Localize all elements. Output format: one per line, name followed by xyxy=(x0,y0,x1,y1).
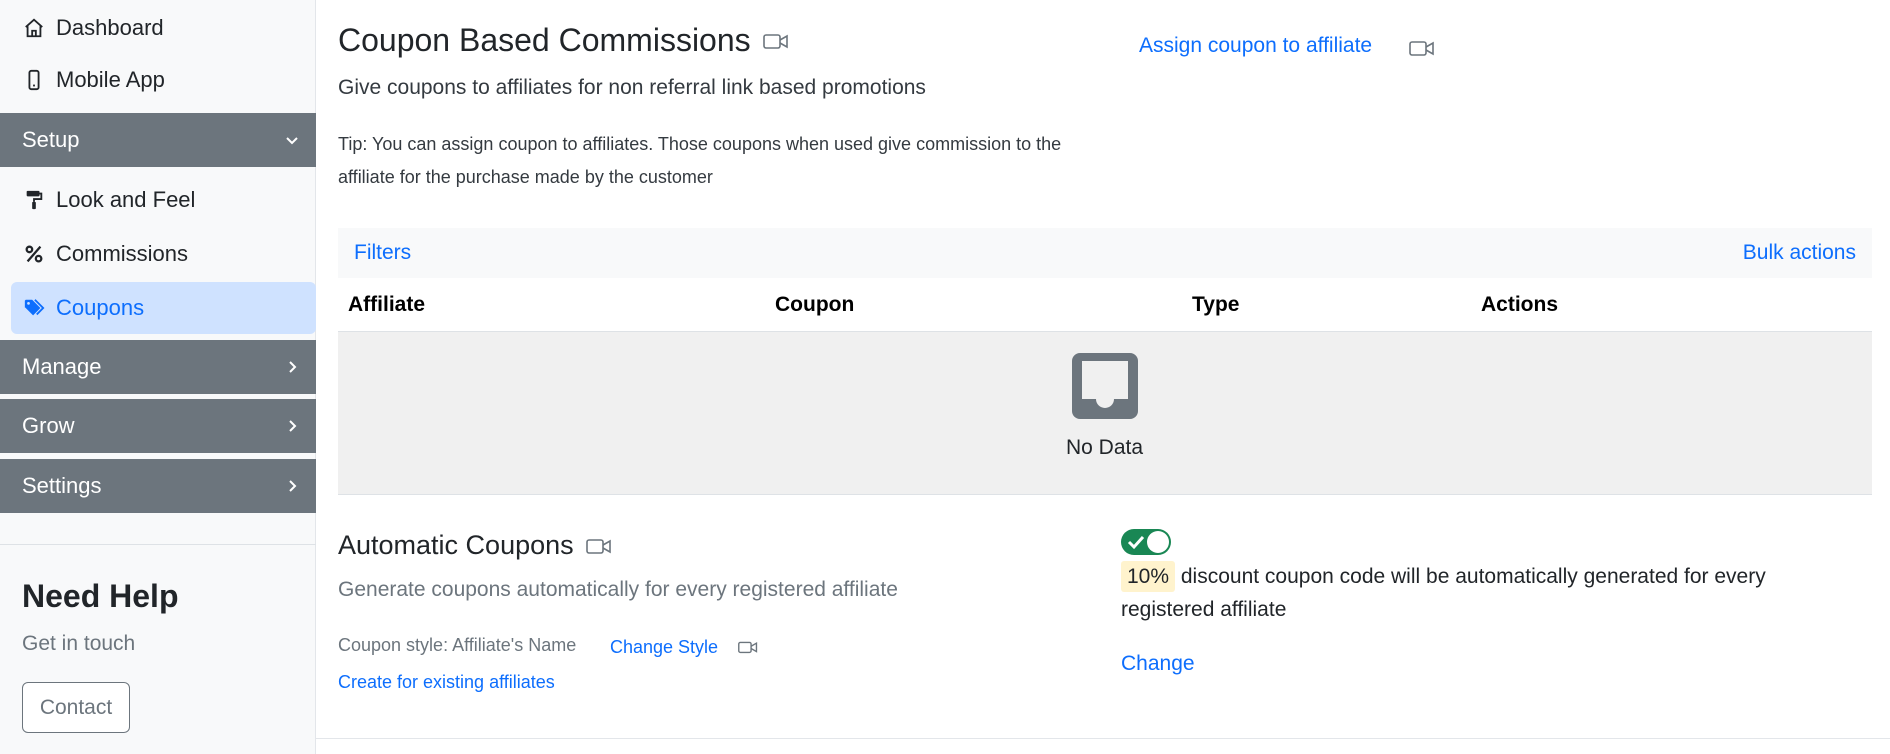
sidebar-section-grow[interactable]: Grow xyxy=(0,399,316,453)
toggle-knob xyxy=(1147,531,1169,553)
column-header-affiliate[interactable]: Affiliate xyxy=(348,293,425,317)
percent-icon xyxy=(22,242,46,266)
sidebar-item-label: Dashboard xyxy=(56,15,164,40)
sidebar: Dashboard Mobile App Setup Look and Feel… xyxy=(0,0,316,754)
chevron-down-icon xyxy=(284,132,300,148)
change-style-link[interactable]: Change Style xyxy=(610,637,718,658)
chevron-right-icon xyxy=(284,359,300,375)
column-header-type[interactable]: Type xyxy=(1192,293,1239,317)
sidebar-section-settings[interactable]: Settings xyxy=(0,459,316,513)
page-subtitle: Give coupons to affiliates for non refer… xyxy=(338,76,926,99)
sidebar-item-label: Look and Feel xyxy=(56,187,196,212)
assign-coupon-link[interactable]: Assign coupon to affiliate xyxy=(1139,34,1372,58)
sidebar-section-label: Setup xyxy=(22,127,80,152)
description-text: discount coupon code will be automatical… xyxy=(1121,565,1766,621)
chevron-right-icon xyxy=(284,418,300,434)
sidebar-item-mobile-app[interactable]: Mobile App xyxy=(0,54,316,106)
sidebar-item-coupons[interactable]: Coupons xyxy=(11,282,316,334)
phone-icon xyxy=(22,68,46,92)
sidebar-item-label: Mobile App xyxy=(56,67,165,92)
page-title-text: Coupon Based Commissions xyxy=(338,22,751,58)
column-header-actions: Actions xyxy=(1481,293,1559,316)
inbox-icon xyxy=(1072,353,1138,419)
no-data-text: No Data xyxy=(1066,436,1144,459)
coupon-style-label: Coupon style: Affiliate's Name xyxy=(338,635,577,655)
sidebar-item-commissions[interactable]: Commissions xyxy=(0,228,316,280)
section-title-text: Automatic Coupons xyxy=(338,530,574,560)
sidebar-item-label: Commissions xyxy=(56,241,189,266)
bulk-actions-link[interactable]: Bulk actions xyxy=(1743,241,1856,265)
video-icon[interactable] xyxy=(738,640,764,658)
create-existing-affiliates-link[interactable]: Create for existing affiliates xyxy=(338,672,555,693)
filters-link[interactable]: Filters xyxy=(354,241,411,265)
check-icon xyxy=(1127,535,1145,550)
sidebar-section-label: Grow xyxy=(22,413,75,438)
filter-bar xyxy=(338,228,1872,278)
help-subtitle: Get in touch xyxy=(22,632,136,655)
sidebar-divider xyxy=(0,544,316,545)
section-subtitle: Generate coupons automatically for every… xyxy=(338,578,898,601)
sidebar-section-setup[interactable]: Setup xyxy=(0,113,316,167)
page-title: Coupon Based Commissions xyxy=(338,22,789,59)
sidebar-item-label: Coupons xyxy=(56,295,145,320)
video-icon[interactable] xyxy=(762,32,789,50)
sidebar-section-manage[interactable]: Manage xyxy=(0,340,316,394)
tags-icon xyxy=(22,296,46,320)
sidebar-section-label: Manage xyxy=(22,354,102,379)
change-discount-link[interactable]: Change xyxy=(1121,652,1195,676)
video-icon[interactable] xyxy=(1409,39,1435,57)
section-divider xyxy=(316,738,1890,739)
chevron-right-icon xyxy=(284,478,300,494)
tip-text: Tip: You can assign coupon to affiliates… xyxy=(338,134,1062,187)
paint-roller-icon xyxy=(22,188,46,212)
sidebar-section-label: Settings xyxy=(22,473,102,498)
discount-value: 10% xyxy=(1121,561,1176,592)
auto-coupon-description: 10% discount coupon code will be automat… xyxy=(1121,560,1841,626)
section-title-automatic-coupons: Automatic Coupons xyxy=(338,530,612,561)
column-header-coupon[interactable]: Coupon xyxy=(775,293,854,317)
sidebar-item-look-and-feel[interactable]: Look and Feel xyxy=(0,174,316,226)
video-icon[interactable] xyxy=(585,537,612,555)
sidebar-item-dashboard[interactable]: Dashboard xyxy=(0,2,316,54)
home-icon xyxy=(22,16,46,40)
help-title: Need Help xyxy=(22,578,179,614)
auto-coupon-toggle[interactable] xyxy=(1121,529,1171,555)
contact-button[interactable]: Contact xyxy=(22,682,130,733)
